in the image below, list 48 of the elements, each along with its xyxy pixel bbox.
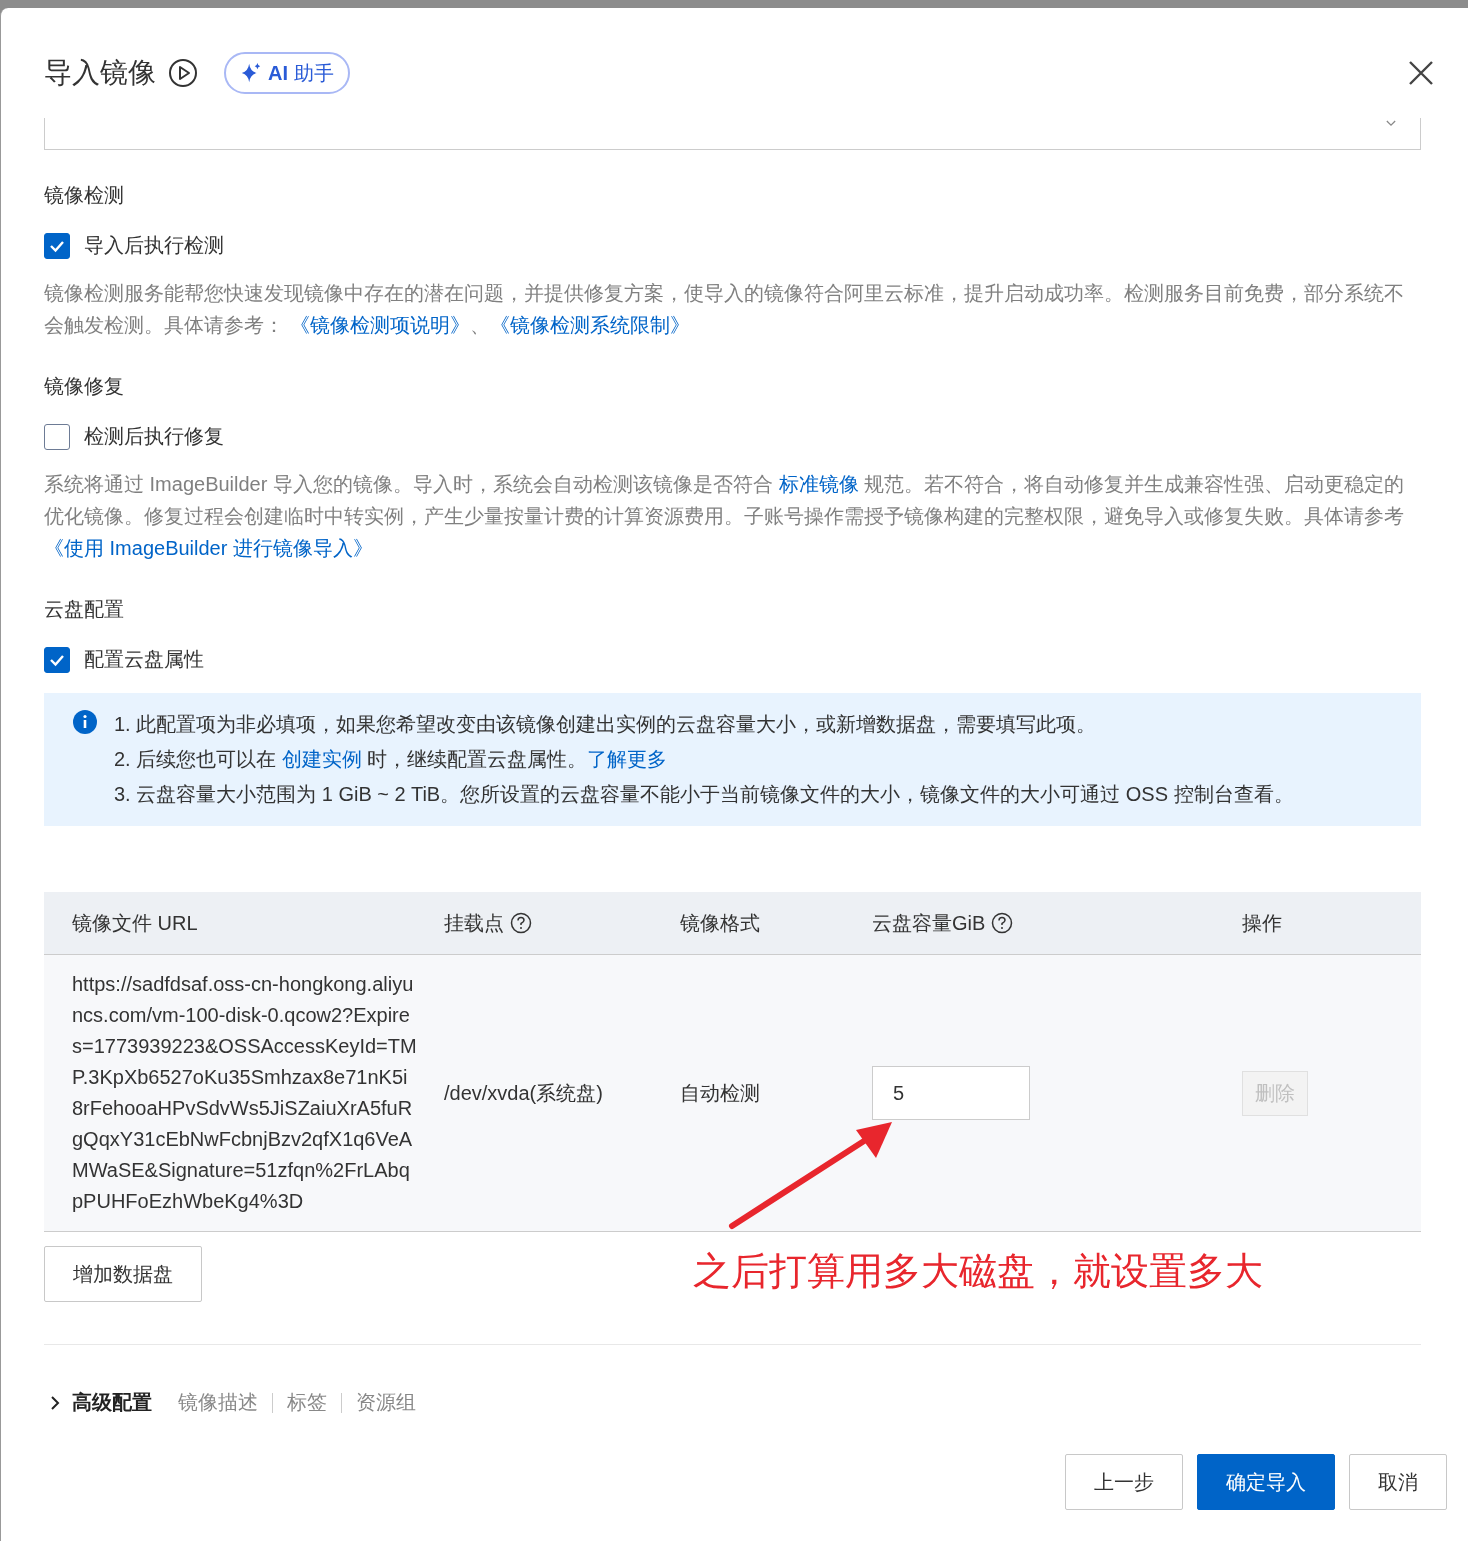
description-text: 镜像检测服务能帮您快速发现镜像中存在的潜在问题，并提供修复方案，使导入的镜像符合阿里云标准，提升启动成功率。检测服务目前免费，部分系统不会触发检测。具体请参考： 《镜像检测项说明》、《镜像检测系统限制》 [44, 281, 1405, 338]
table-cell-text: 自动检测 [680, 1080, 760, 1106]
notice-text: 1. 此配置项为非必填项，如果您希望改变由该镜像创建出实例的云盘容量大小，或新增数据盘，需要填写此项。 [114, 712, 1098, 737]
sparkle-icon [240, 62, 262, 84]
close-icon[interactable] [1408, 60, 1434, 86]
column-header: 挂载点 [444, 910, 504, 936]
column-header: 操作 [1242, 910, 1282, 936]
section-label: 镜像修复 [44, 374, 125, 399]
disk-size-input[interactable]: 5 [872, 1066, 1030, 1120]
info-icon [72, 709, 98, 735]
checkbox[interactable] [44, 232, 70, 259]
advanced-item: 资源组 [356, 1390, 416, 1415]
advanced-item: 标签 [287, 1390, 327, 1415]
add-data-disk-button[interactable]: 增加数据盘 [44, 1246, 202, 1302]
advanced-settings-toggle[interactable]: 高级配置 [72, 1389, 152, 1416]
help-icon [510, 912, 532, 934]
annotation-text: 之后打算用多大磁盘，就设置多大 [693, 1249, 1263, 1294]
ai-assistant-button[interactable]: AI 助手 [224, 52, 350, 94]
table-cell-text: /dev/xvda(系统盘) [444, 1080, 603, 1106]
advanced-item: 镜像描述 [178, 1390, 258, 1415]
column-header: 镜像格式 [680, 910, 760, 936]
column-header: 镜像文件 URL [72, 910, 198, 936]
notice-text: 2. 后续您也可以在 创建实例 时，继续配置云盘属性。了解更多 [114, 747, 669, 772]
checkbox-label: 配置云盘属性 [84, 647, 204, 672]
column-header: 云盘容量GiB [872, 910, 986, 936]
footer-button[interactable]: 确定导入 [1197, 1454, 1335, 1510]
section-label: 云盘配置 [44, 597, 125, 622]
notice-text: 3. 云盘容量大小范围为 1 GiB ~ 2 TiB。您所设置的云盘容量不能小于当前镜像文件的大小，镜像文件的大小可通过 OSS 控制台查看。 [114, 782, 1294, 807]
checkbox-label: 导入后执行检测 [84, 233, 224, 258]
dialog-title: 导入镜像 [44, 56, 156, 90]
notice-link[interactable]: 了解更多 [587, 748, 668, 770]
chevron-down-icon [1386, 120, 1396, 127]
description-text: 系统将通过 ImageBuilder 导入您的镜像。导入时，系统会自动检测该镜像是否符合 标准镜像 规范。若不符合，将自动修复并生成兼容性强、启动更稳定的优化镜像。修复过程会创建临时中转实例，产生少量按量计费的计算资源费用。子账号操作需授予镜像构建的完整权限，避免导入或修复失败。具体请参考 《使用 ImageBuilder 进行镜像导入》 [44, 472, 1406, 561]
section-label: 镜像检测 [44, 183, 125, 208]
footer-button[interactable]: 取消 [1349, 1454, 1447, 1510]
chevron-right-icon[interactable] [50, 1395, 60, 1410]
checkbox[interactable] [44, 646, 70, 673]
url-cell-text: https://sadfdsaf.oss-cn-hongkong.aliyuncs.com/vm-100-disk-0.qcow2?Expires=1773939223&OSSAccessKeyId=TMP.3KpXb6527oKu35Smhzax8e71nK5i8rFehooaHPvSdvWs5JiSZaiuXrA5fuRgQqxY31cEbNwFcbnjBzv2qfX1q6VeAMWaSE&Signature=51zfqn%2FrLAbqpPUHFoEzhWbeKg4%3D [72, 972, 417, 1214]
play-icon[interactable] [168, 58, 198, 88]
doc-link[interactable]: 标准镜像 [778, 473, 859, 495]
help-icon [991, 912, 1014, 934]
footer-button[interactable]: 上一步 [1065, 1454, 1183, 1510]
doc-link[interactable]: 《镜像检测项说明》 [289, 314, 470, 336]
notice-link[interactable]: 创建实例 [281, 748, 362, 770]
doc-link[interactable]: 《使用 ImageBuilder 进行镜像导入》 [44, 537, 373, 559]
doc-link[interactable]: 《镜像检测系统限制》 [489, 314, 690, 336]
checkbox-label: 检测后执行修复 [84, 424, 224, 449]
checkbox[interactable] [44, 423, 70, 450]
